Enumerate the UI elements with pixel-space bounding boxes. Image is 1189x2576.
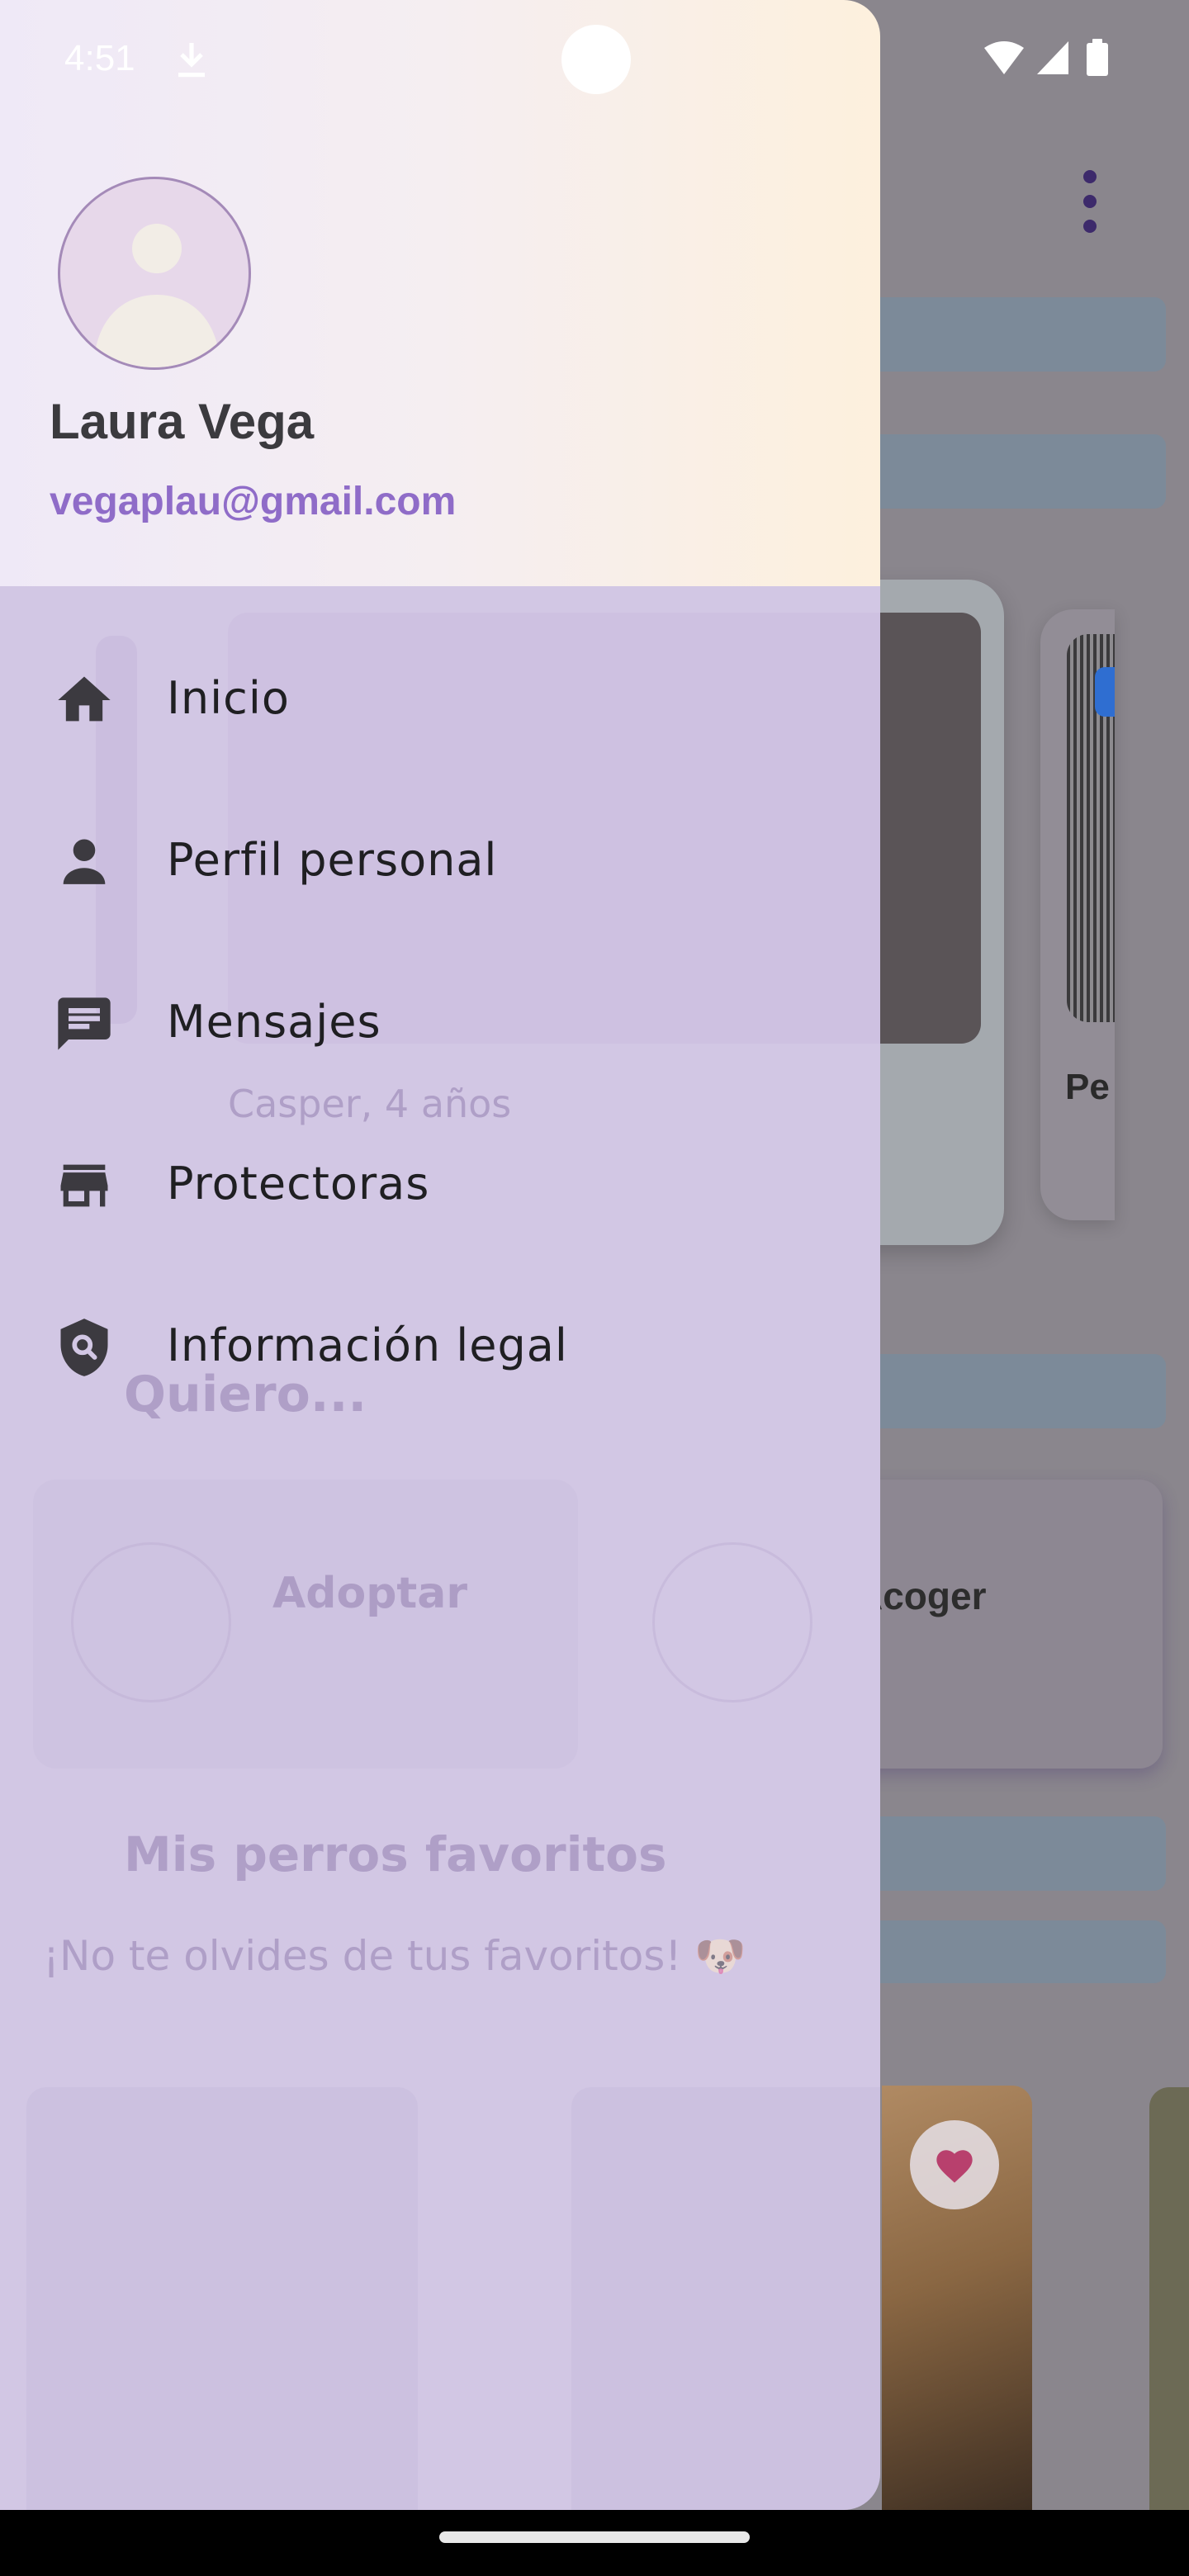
nav-item-label: Protectoras (167, 1158, 430, 1210)
section-header-placeholder (842, 1354, 1166, 1428)
ghost-favorite-photo-2 (571, 2087, 880, 2510)
filter-bar-placeholder (842, 434, 1166, 509)
drawer-header: Laura Vega vegaplau@gmail.com (0, 0, 880, 586)
favorite-dog-photo-2[interactable] (1149, 2087, 1189, 2510)
battery-icon (1087, 43, 1108, 76)
search-bar-placeholder (842, 297, 1166, 372)
person-icon (63, 839, 106, 884)
nav-item-label: Inicio (167, 672, 290, 724)
nav-item-perfil-personal[interactable]: Perfil personal (0, 794, 880, 910)
favorites-header-placeholder (842, 1816, 1166, 1891)
nav-item-label: Mensajes (167, 996, 381, 1048)
nav-item-mensajes[interactable]: Mensajes (0, 956, 880, 1072)
signal-icon (1037, 41, 1068, 74)
nav-item-label: Información legal (167, 1319, 568, 1371)
nav-item-informacion-legal[interactable]: Información legal (0, 1280, 880, 1395)
overflow-menu-icon[interactable] (1078, 170, 1101, 233)
drawer-menu: Casper, 4 años Quiero... Adoptar Mis per… (0, 586, 880, 2510)
ghost-favorites-title: Mis perros favoritos (124, 1826, 667, 1882)
ghost-adopt-label: Adoptar (272, 1569, 468, 1618)
user-name: Laura Vega (50, 394, 315, 449)
avatar[interactable] (58, 177, 251, 370)
nav-item-inicio[interactable]: Inicio (0, 632, 880, 748)
system-nav-bar (0, 2510, 1189, 2576)
ghost-foster-icon (652, 1542, 812, 1702)
ghost-adopt-icon (71, 1542, 231, 1702)
status-icons (984, 39, 1108, 76)
store-icon (60, 1164, 108, 1207)
download-icon (178, 43, 205, 78)
home-gesture-handle[interactable] (439, 2531, 750, 2543)
navigation-drawer: Laura Vega vegaplau@gmail.com Casper, 4 … (0, 0, 880, 2510)
nav-item-label: Perfil personal (167, 834, 498, 886)
next-pet-card[interactable] (1040, 609, 1115, 1220)
next-pet-name: Pe (1065, 1067, 1110, 1107)
chat-icon (58, 997, 111, 1050)
home-icon (58, 676, 111, 722)
shield-search-icon (60, 1319, 108, 1376)
ghost-favorite-photo-1 (26, 2087, 418, 2510)
user-email: vegaplau@gmail.com (50, 480, 457, 523)
favorites-subtitle-placeholder (842, 1920, 1166, 1983)
favorite-heart-icon[interactable] (910, 2120, 999, 2209)
status-time: 4:51 (64, 38, 135, 78)
nav-item-protectoras[interactable]: Protectoras (0, 1118, 880, 1234)
wifi-icon (984, 41, 1024, 74)
ghost-favorites-subtitle: ¡No te olvides de tus favoritos! 🐶 (43, 1932, 746, 1980)
camera-cutout (561, 25, 631, 94)
